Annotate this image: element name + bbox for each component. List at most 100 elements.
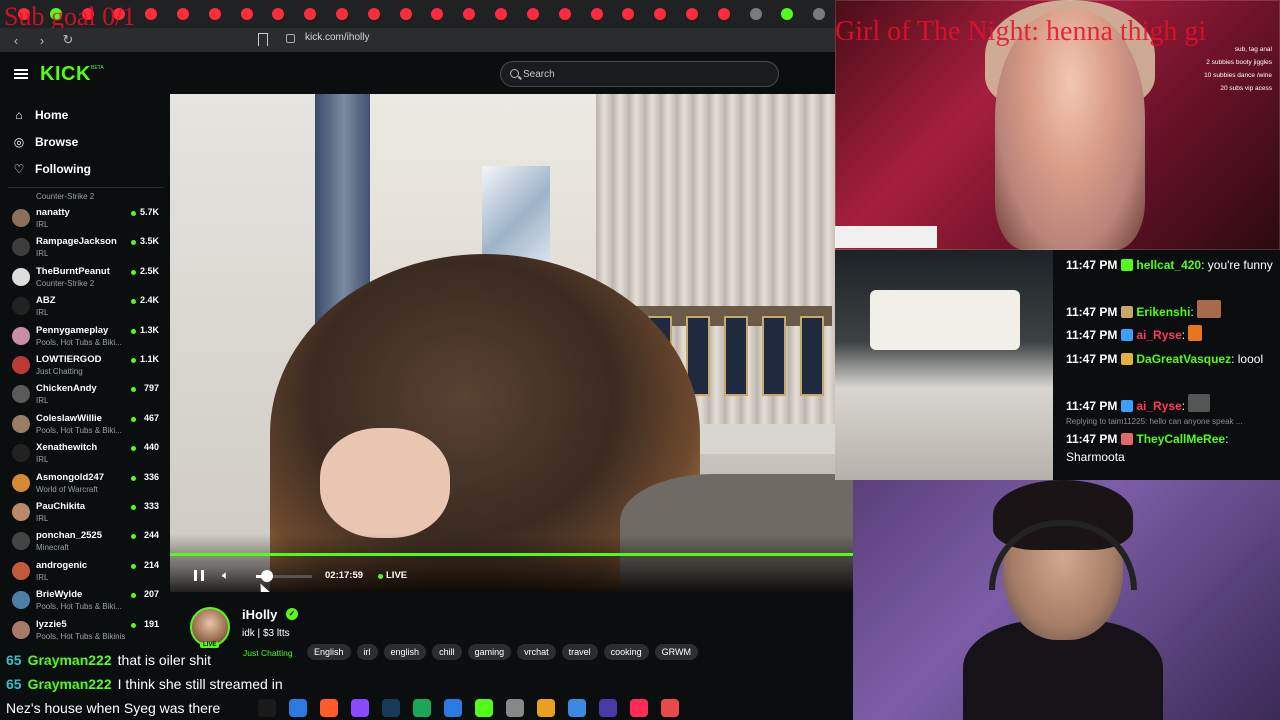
stream-tag[interactable]: GRWM bbox=[654, 644, 699, 660]
taskbar-app-icon[interactable] bbox=[506, 699, 524, 717]
browser-tab[interactable] bbox=[549, 0, 581, 28]
video-player[interactable]: 🔈︎ 02:17:59 LIVE bbox=[170, 94, 853, 592]
stream-tag[interactable]: travel bbox=[561, 644, 598, 660]
browser-tab[interactable] bbox=[581, 0, 613, 28]
menu-icon[interactable] bbox=[14, 69, 28, 79]
taskbar-app-icon[interactable] bbox=[599, 699, 617, 717]
browser-tab[interactable] bbox=[772, 0, 804, 28]
browser-tab[interactable] bbox=[740, 0, 772, 28]
live-label[interactable]: LIVE bbox=[386, 570, 407, 581]
sidebar-channel[interactable]: ColeslawWillie Pools, Hot Tubs & Biki... 4… bbox=[0, 411, 170, 440]
taskbar-app-icon[interactable] bbox=[382, 699, 400, 717]
browser-tab[interactable] bbox=[8, 0, 40, 28]
nav-home[interactable]: ⌂ Home bbox=[0, 103, 170, 127]
kick-logo[interactable]: KICK bbox=[40, 63, 91, 86]
browser-tab[interactable] bbox=[708, 0, 740, 28]
chat-user[interactable]: TheyCallMeRee bbox=[1136, 432, 1225, 446]
browser-tab[interactable] bbox=[485, 0, 517, 28]
chat-user[interactable]: ai_Ryse bbox=[1136, 328, 1181, 342]
sidebar-channel[interactable]: RampageJackson IRL 3.5K bbox=[0, 234, 170, 263]
chat-time: 11:47 PM bbox=[1066, 305, 1118, 319]
channel-name: nanatty bbox=[36, 207, 70, 218]
browser-tab[interactable] bbox=[231, 0, 263, 28]
browser-tab[interactable] bbox=[644, 0, 676, 28]
progress-bar[interactable] bbox=[170, 553, 853, 556]
url-text[interactable]: kick.com/iholly bbox=[305, 32, 369, 43]
nav-following[interactable]: ♡ Following bbox=[0, 157, 170, 181]
browser-tab[interactable] bbox=[326, 0, 358, 28]
sidebar-channel[interactable]: PauChikita IRL 333 bbox=[0, 499, 170, 528]
nav-browse[interactable]: ◎ Browse bbox=[0, 130, 170, 154]
sidebar-channel[interactable]: nanatty IRL 5.7K bbox=[0, 205, 170, 234]
site-info-icon[interactable] bbox=[286, 34, 295, 43]
video-scene bbox=[320, 428, 450, 538]
taskbar-app-icon[interactable] bbox=[351, 699, 369, 717]
search-input[interactable]: Search bbox=[500, 61, 779, 87]
sidebar-channel[interactable]: BrieWylde Pools, Hot Tubs & Biki... 207 bbox=[0, 587, 170, 616]
pause-icon[interactable] bbox=[194, 570, 204, 581]
back-icon[interactable]: ‹ bbox=[6, 33, 26, 48]
sidebar: ⌂ Home ◎ Browse ♡ Following Counter-Stri… bbox=[0, 94, 170, 720]
stream-tag[interactable]: gaming bbox=[467, 644, 512, 660]
sidebar-channel[interactable]: LOWTIERGOD Just Chatting 1.1K bbox=[0, 352, 170, 381]
browser-tab[interactable] bbox=[294, 0, 326, 28]
chat-time: 11:47 PM bbox=[1066, 352, 1118, 366]
sidebar-channel[interactable]: lyzzie5 Pools, Hot Tubs & Bikinis 191 bbox=[0, 617, 170, 646]
stream-tag[interactable]: cooking bbox=[603, 644, 649, 660]
browser-tab[interactable] bbox=[135, 0, 167, 28]
browser-tab[interactable] bbox=[803, 0, 835, 28]
sidebar-channel[interactable]: Asmongold247 World of Warcraft 336 bbox=[0, 470, 170, 499]
chat-user[interactable]: hellcat_420 bbox=[1136, 258, 1201, 272]
channel-name: RampageJackson bbox=[36, 236, 117, 248]
taskbar-app-icon[interactable] bbox=[630, 699, 648, 717]
browser-tab[interactable] bbox=[358, 0, 390, 28]
taskbar-app-icon[interactable] bbox=[568, 699, 586, 717]
taskbar-app-icon[interactable] bbox=[258, 699, 276, 717]
taskbar-app-icon[interactable] bbox=[537, 699, 555, 717]
chat-user[interactable]: ai_Ryse bbox=[1136, 399, 1181, 413]
taskbar-app-icon[interactable] bbox=[444, 699, 462, 717]
browser-tab[interactable] bbox=[72, 0, 104, 28]
browser-tab[interactable] bbox=[453, 0, 485, 28]
sidebar-channel[interactable]: ponchan_2525 Minecraft 244 bbox=[0, 528, 170, 557]
sidebar-channel[interactable]: Xenathewitch IRL 440 bbox=[0, 440, 170, 469]
browser-tab[interactable] bbox=[103, 0, 135, 28]
taskbar-app-icon[interactable] bbox=[320, 699, 338, 717]
sidebar-channel[interactable]: androgenic IRL 214 bbox=[0, 558, 170, 587]
chat-user[interactable]: Erikenshi bbox=[1136, 305, 1190, 319]
reload-icon[interactable]: ↻ bbox=[58, 32, 78, 48]
browser-tab[interactable] bbox=[612, 0, 644, 28]
channel-category: IRL bbox=[36, 514, 49, 523]
channel-name: lyzzie5 bbox=[36, 618, 67, 630]
taskbar-app-icon[interactable] bbox=[413, 699, 431, 717]
channel-name: ChickenAndy bbox=[36, 383, 97, 395]
viewer-count: 2.5K bbox=[139, 265, 159, 276]
bookmark-icon[interactable] bbox=[258, 33, 268, 46]
chat-user[interactable]: DaGreatVasquez bbox=[1136, 352, 1231, 366]
channel-name[interactable]: iHolly bbox=[242, 607, 277, 622]
taskbar-app-icon[interactable] bbox=[661, 699, 679, 717]
taskbar-app-icon[interactable] bbox=[289, 699, 307, 717]
forward-icon[interactable]: › bbox=[32, 33, 52, 48]
stream-tag[interactable]: vrchat bbox=[517, 644, 556, 660]
sidebar-channel[interactable]: TheBurntPeanut Counter-Strike 2 2.5K bbox=[0, 264, 170, 293]
browser-tab[interactable] bbox=[517, 0, 549, 28]
stream-tag[interactable]: english bbox=[383, 644, 427, 660]
sidebar-channel[interactable]: ChickenAndy IRL 797 bbox=[0, 381, 170, 410]
browser-tab[interactable] bbox=[390, 0, 422, 28]
browser-tab[interactable] bbox=[40, 0, 72, 28]
channel-avatar[interactable] bbox=[190, 607, 230, 647]
volume-icon[interactable]: 🔈︎ bbox=[222, 568, 229, 583]
browser-tab[interactable] bbox=[167, 0, 199, 28]
browser-tab[interactable] bbox=[263, 0, 295, 28]
nav-label: Following bbox=[35, 162, 91, 176]
browser-tab[interactable] bbox=[422, 0, 454, 28]
sidebar-channel[interactable]: Pennygameplay Pools, Hot Tubs & Biki... 1.… bbox=[0, 323, 170, 352]
channel-name: androgenic bbox=[36, 559, 88, 571]
taskbar-app-icon[interactable] bbox=[475, 699, 493, 717]
sidebar-channel[interactable]: ABZ IRL 2.4K bbox=[0, 293, 170, 322]
tab-favicon-icon bbox=[49, 8, 62, 20]
browser-tab[interactable] bbox=[676, 0, 708, 28]
browser-tab[interactable] bbox=[199, 0, 231, 28]
stream-tag[interactable]: chill bbox=[432, 644, 462, 660]
